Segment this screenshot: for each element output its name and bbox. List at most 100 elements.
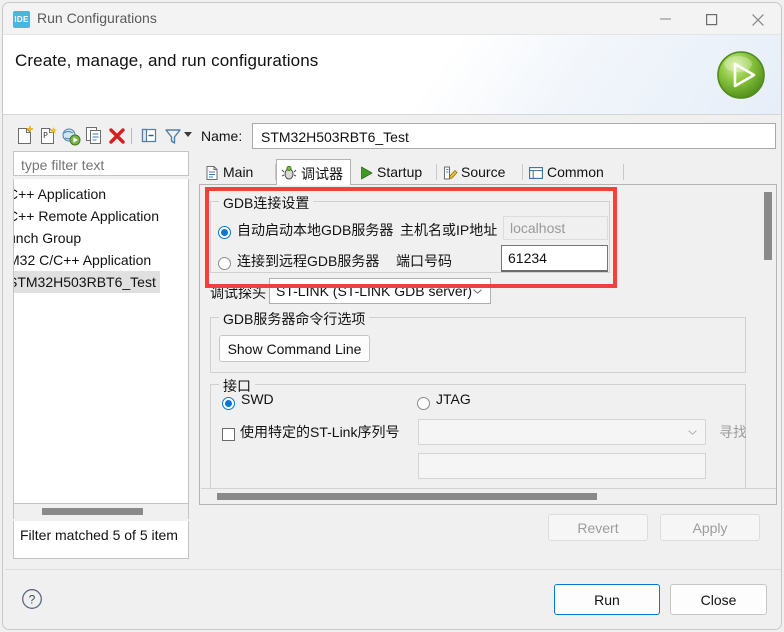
run-launch-icon (717, 51, 765, 99)
tab-startup-label: Startup (377, 164, 423, 180)
dialog-banner: Create, manage, and run configurations (3, 35, 781, 115)
label-jtag: JTAG (436, 391, 471, 407)
document-icon (206, 166, 218, 180)
content-horizontal-scrollbar[interactable] (201, 488, 776, 503)
search-input[interactable] (19, 152, 188, 177)
name-label: Name: (201, 128, 243, 144)
debugger-scroll-area: GDB连接设置 自动启动本地GDB服务器 主机名或IP地址 localhost … (200, 185, 746, 488)
configurations-toolbar: P (11, 123, 192, 149)
label-debug-probe: 调试探头 (210, 285, 266, 301)
tab-divider (623, 164, 624, 180)
common-table-icon (529, 167, 543, 179)
port-number-value: 61234 (508, 250, 547, 266)
run-label: Run (594, 591, 620, 608)
close-button[interactable]: Close (670, 584, 767, 615)
window-title: Run Configurations (37, 10, 157, 26)
content-vertical-scrollbar-thumb[interactable] (764, 192, 772, 260)
label-swd: SWD (241, 391, 274, 407)
maximize-icon (706, 14, 718, 26)
tab-startup[interactable]: Startup (353, 159, 435, 185)
tab-debugger[interactable]: 调试器 (276, 159, 351, 186)
close-label: Close (700, 591, 737, 608)
maximize-button[interactable] (689, 3, 735, 34)
gdb-server-options-group-title: GDB服务器命令行选项 (219, 309, 370, 329)
debug-probe-value: ST-LINK (ST-LINK GDB server) (276, 283, 473, 299)
radio-swd[interactable] (222, 397, 235, 410)
search-stlink-label: 寻找 (719, 424, 746, 440)
use-specific-stlink-serial-checkbox[interactable] (222, 428, 235, 441)
tab-main[interactable]: Main (199, 159, 274, 185)
page-title: Create, manage, and run configurations (15, 51, 319, 70)
tab-common[interactable]: Common (523, 159, 622, 185)
host-address-field[interactable]: localhost (503, 216, 608, 240)
editor-tabbar: Main 调试器 Startup Source Common (199, 159, 777, 186)
new-prototype-icon[interactable]: P (38, 126, 58, 146)
minimize-button[interactable] (643, 3, 689, 34)
tree-item-cpp-application[interactable]: C++ Application (14, 183, 106, 205)
label-host-or-ip: 主机名或IP地址 (400, 222, 498, 238)
duplicate-configuration-icon[interactable] (84, 126, 104, 146)
tab-common-label: Common (547, 164, 604, 180)
tree-item-stm32h503rbt6-test[interactable]: STM32H503RBT6_Test (14, 271, 160, 293)
chevron-down-icon (473, 289, 482, 294)
tree-item-launch-group[interactable]: unch Group (14, 227, 81, 249)
dialog-window: IDE Run Configurations Create, manage, a… (2, 2, 782, 630)
filter-input-wrapper[interactable] (13, 151, 189, 177)
revert-label: Revert (577, 519, 619, 536)
toolbar-overflow-arrow-icon[interactable] (184, 132, 192, 137)
content-vertical-scrollbar[interactable] (760, 186, 775, 488)
apply-button[interactable]: Apply (660, 514, 760, 541)
chevron-down-icon (688, 430, 697, 435)
tree-item-stm32-cpp-application[interactable]: M32 C/C++ Application (14, 249, 151, 271)
filter-status-area: Filter matched 5 of 5 item (13, 521, 189, 559)
tab-source-label: Source (461, 164, 506, 180)
revert-button[interactable]: Revert (548, 514, 648, 541)
port-number-field[interactable]: 61234 (501, 245, 608, 272)
radio-auto-start-local-gdb[interactable] (218, 226, 231, 239)
label-port-number: 端口号码 (396, 253, 452, 269)
configuration-editor: Name: Main (199, 123, 777, 561)
svg-text:P: P (43, 131, 48, 140)
clipped-row-combo[interactable] (418, 453, 706, 479)
name-input[interactable] (259, 124, 768, 150)
svg-text:?: ? (29, 593, 36, 607)
stlink-serial-combo[interactable] (418, 419, 706, 445)
name-field-wrapper[interactable] (252, 123, 776, 150)
title-bar: IDE Run Configurations (3, 3, 781, 35)
radio-jtag[interactable] (417, 397, 430, 410)
gdb-connection-group-title: GDB连接设置 (219, 193, 314, 213)
search-stlink-button[interactable]: 寻找 (713, 419, 746, 445)
ide-logo-icon: IDE (13, 11, 30, 28)
show-command-line-button[interactable]: Show Command Line (219, 335, 370, 362)
tab-main-label: Main (223, 164, 254, 180)
delete-configuration-icon[interactable] (107, 126, 127, 146)
radio-connect-remote-gdb[interactable] (218, 257, 231, 270)
collapse-all-icon[interactable] (139, 126, 159, 146)
debugger-tab-content: GDB连接设置 自动启动本地GDB服务器 主机名或IP地址 localhost … (199, 185, 777, 505)
name-row: Name: (199, 123, 777, 151)
configurations-tree[interactable]: C++ Application C++ Remote Application u… (13, 179, 189, 504)
tab-debugger-label: 调试器 (301, 166, 343, 182)
tree-item-cpp-remote-application[interactable]: C++ Remote Application (14, 205, 159, 227)
source-pencil-icon (444, 166, 458, 180)
run-configurations-dialog: IDE Run Configurations Create, manage, a… (0, 0, 784, 632)
host-address-value: localhost (510, 220, 566, 236)
tree-horizontal-scrollbar-thumb[interactable] (42, 508, 143, 515)
run-button[interactable]: Run (554, 584, 660, 615)
label-auto-start-local-gdb: 自动启动本地GDB服务器 (237, 222, 394, 238)
filter-status-text: Filter matched 5 of 5 item (20, 527, 178, 543)
close-window-button[interactable] (735, 3, 781, 34)
export-configuration-icon[interactable] (61, 126, 81, 146)
tree-horizontal-scrollbar[interactable] (13, 504, 189, 519)
filter-icon[interactable] (163, 126, 183, 146)
new-configuration-icon[interactable] (15, 126, 35, 146)
help-question-icon[interactable]: ? (21, 588, 43, 610)
debugger-bug-icon (281, 165, 297, 180)
content-horizontal-scrollbar-thumb[interactable] (217, 493, 597, 500)
tab-source[interactable]: Source (437, 159, 521, 185)
apply-label: Apply (692, 519, 728, 536)
toolbar-separator (131, 128, 132, 144)
minimize-icon (660, 18, 671, 20)
configurations-panel: P type filter text C++ Application C++ R… (11, 123, 192, 561)
debug-probe-combo[interactable]: ST-LINK (ST-LINK GDB server) (269, 278, 491, 304)
